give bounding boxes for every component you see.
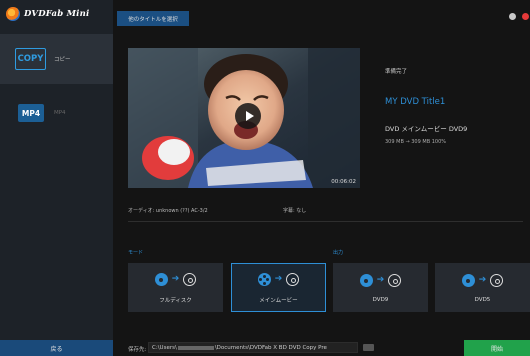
save-path-suffix: \Documents\DVDFab X BD DVD Copy Pre [214,344,327,351]
dvdfab-logo-icon [6,7,20,21]
film-reel-icon [257,273,271,286]
play-button[interactable] [235,103,261,129]
app-logo: DVDFab Mini [6,6,89,22]
sidebar-item-copy[interactable]: COPY コピー [0,34,113,84]
subtitle-selector[interactable]: 字幕: なし [283,207,306,214]
disc-type: DVD メインムービー DVD9 [385,125,468,133]
disc-icon [461,274,475,287]
mode-main-movie-button[interactable]: ➔ メインムービー [231,263,326,312]
timecode: 00:06:02 [331,179,356,185]
arrow-right-icon: ➔ [171,274,180,284]
save-path-prefix: C:\Users\ [152,344,177,351]
disc-title: MY DVD Title1 [385,97,446,107]
arrow-right-icon: ➔ [376,275,385,285]
output-option-label: DVD9 [372,296,389,303]
sidebar: DVDFab Mini COPY コピー MP4 MP4 戻る [0,0,113,356]
disc-icon [359,274,373,287]
divider [128,221,523,222]
back-button[interactable]: 戻る [0,340,113,356]
redacted-username [177,345,214,350]
output-section-label: 出力 [333,250,344,256]
arrow-right-icon: ➔ [274,274,283,284]
video-preview[interactable]: 00:06:02 [128,48,360,188]
mode-option-label: フルディスク [159,297,192,304]
blank-disc-icon [286,273,300,286]
output-dvd5-button[interactable]: ➔ DVD5 [435,263,530,312]
dvd5-disc-icon [490,274,504,287]
disc-icon [154,273,168,286]
blank-disc-icon [183,273,197,286]
minimize-icon[interactable] [509,13,516,20]
footer-bar: 保存先: C:\Users\ \Documents\DVDFab X BD DV… [113,340,530,356]
sidebar-item-label: コピー [54,57,71,63]
select-other-title-button[interactable]: 他のタイトルを選択 [117,11,189,26]
disc-size: 309 MB → 309 MB 100% [385,139,447,145]
dvd9-disc-icon [388,274,402,287]
save-path-field[interactable]: C:\Users\ \Documents\DVDFab X BD DVD Cop… [148,342,358,353]
mp4-badge-icon: MP4 [18,104,44,122]
mode-option-label: メインムービー [259,297,298,304]
arrow-right-icon: ➔ [478,275,487,285]
output-option-label: DVD5 [474,296,491,303]
browse-folder-icon[interactable] [363,344,374,351]
start-button[interactable]: 開始 [464,340,530,356]
audio-track-selector[interactable]: オーディオ: unknown (??) AC-3/2 [128,207,208,214]
mode-full-disc-button[interactable]: ➔ フルディスク [128,263,223,312]
sidebar-item-label: MP4 [54,110,66,116]
mode-section-label: モード [128,250,144,256]
main-panel: 他のタイトルを選択 00:06:02 準備完了 MY DVD Title1 DV… [113,0,530,356]
save-location-label: 保存先: [128,347,147,353]
status-text: 準備完了 [385,69,408,75]
app-logo-text: DVDFab Mini [24,9,90,19]
sidebar-item-mp4[interactable]: MP4 MP4 [0,88,113,138]
output-dvd9-button[interactable]: ➔ DVD9 [333,263,428,312]
close-icon[interactable] [522,13,529,20]
copy-badge-icon: COPY [15,48,46,70]
